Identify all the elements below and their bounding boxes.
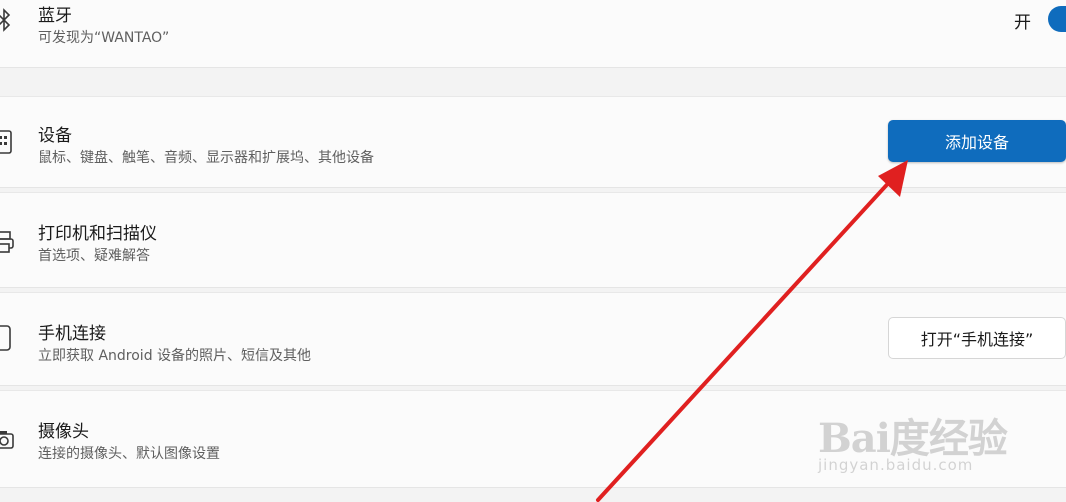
bluetooth-icon [0, 7, 14, 33]
bluetooth-row[interactable]: 蓝牙 可发现为“WANTAO” [0, 0, 1066, 68]
camera-icon [0, 427, 14, 453]
bluetooth-toggle-label: 开 [1014, 13, 1031, 33]
phone-icon [0, 325, 14, 351]
bluetooth-desc: 可发现为“WANTAO” [38, 30, 170, 46]
printer-icon [0, 229, 14, 255]
printers-title: 打印机和扫描仪 [38, 224, 157, 244]
open-phone-link-button[interactable]: 打开“手机连接” [888, 317, 1066, 359]
phone-link-desc: 立即获取 Android 设备的照片、短信及其他 [38, 348, 312, 364]
devices-desc: 鼠标、键盘、触笔、音频、显示器和扩展坞、其他设备 [38, 150, 374, 166]
add-device-button[interactable]: 添加设备 [888, 120, 1066, 162]
camera-row[interactable]: 摄像头 连接的摄像头、默认图像设置 [0, 390, 1066, 488]
printers-desc: 首选项、疑难解答 [38, 248, 150, 264]
keyboard-device-icon [0, 129, 14, 155]
printers-row[interactable]: 打印机和扫描仪 首选项、疑难解答 [0, 192, 1066, 288]
camera-desc: 连接的摄像头、默认图像设置 [38, 446, 220, 462]
bluetooth-title: 蓝牙 [38, 6, 72, 26]
camera-title: 摄像头 [38, 422, 89, 442]
phone-link-title: 手机连接 [38, 324, 106, 344]
devices-title: 设备 [38, 126, 72, 146]
